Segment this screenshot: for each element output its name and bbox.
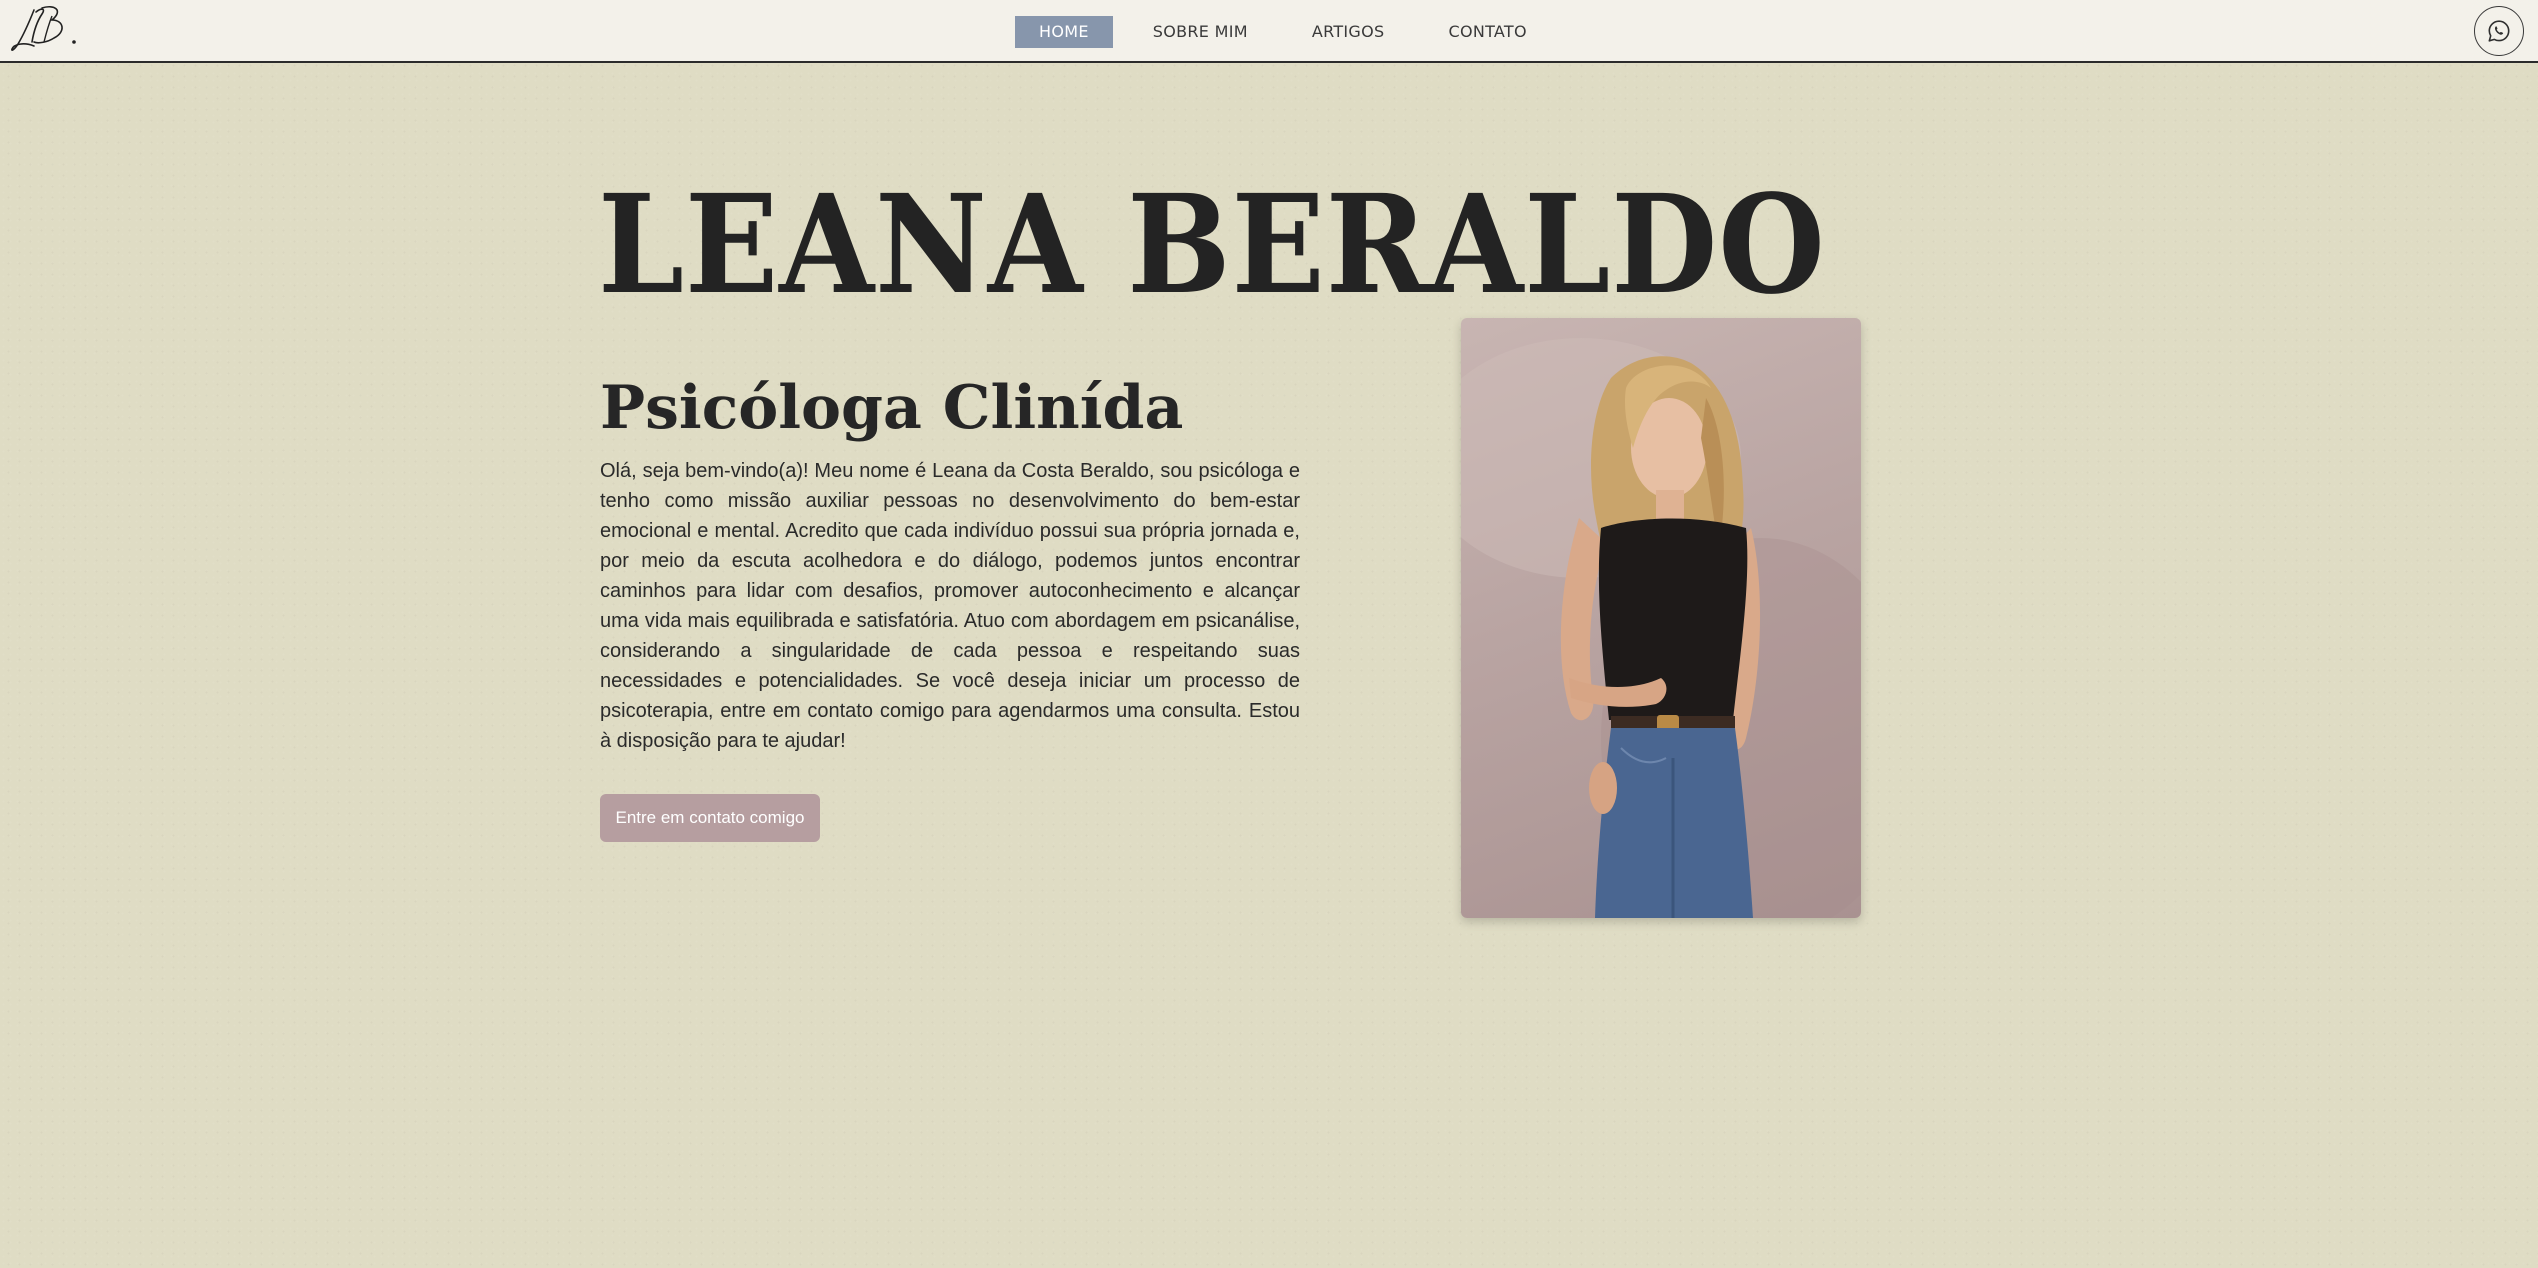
nav-sobre-mim[interactable]: SOBRE MIM <box>1129 16 1272 48</box>
signature-logo-icon <box>11 5 76 51</box>
logo[interactable] <box>8 2 88 60</box>
nav-home[interactable]: HOME <box>1015 16 1113 48</box>
portrait-illustration <box>1461 338 1861 918</box>
contact-cta-button[interactable]: Entre em contato comigo <box>600 794 820 842</box>
hero-name: LEANA BERALDO <box>598 165 1826 325</box>
bio-text: Olá, seja bem-vindo(a)! Meu nome é Leana… <box>600 460 1300 752</box>
nav-artigos[interactable]: ARTIGOS <box>1288 16 1409 48</box>
whatsapp-button[interactable] <box>2474 6 2524 56</box>
profile-photo <box>1461 318 1861 918</box>
hero-subtitle: Psicóloga Clinída <box>600 373 1184 443</box>
whatsapp-icon <box>2488 20 2510 42</box>
nav-contato[interactable]: CONTATO <box>1424 16 1550 48</box>
main-nav: HOME SOBRE MIM ARTIGOS CONTATO <box>1015 16 1567 48</box>
top-navbar: HOME SOBRE MIM ARTIGOS CONTATO <box>0 0 2538 63</box>
